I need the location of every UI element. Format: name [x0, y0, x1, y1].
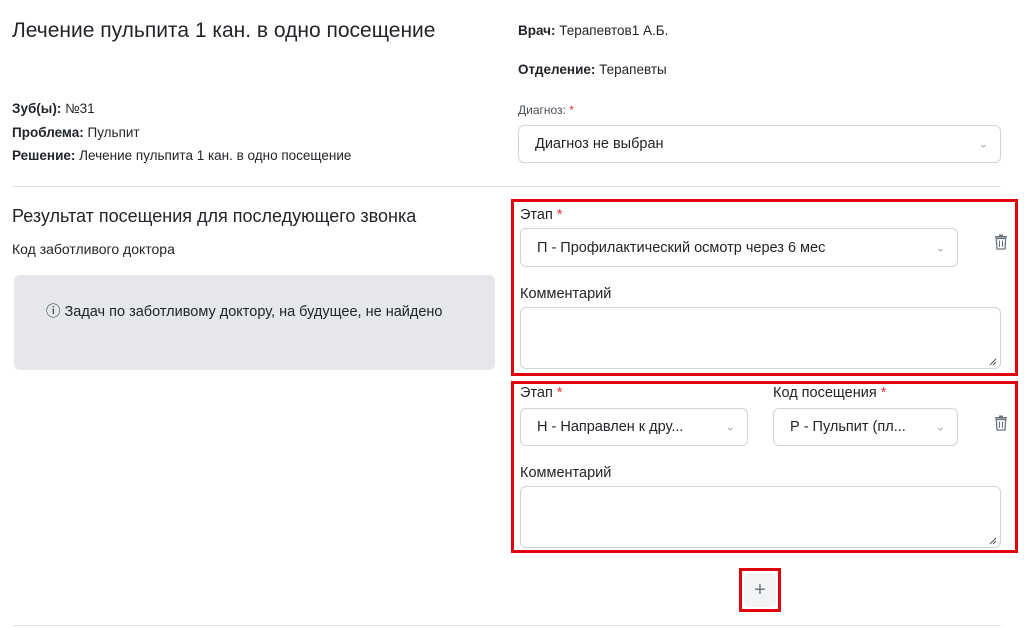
add-entry-button[interactable]: +	[744, 573, 776, 607]
divider	[12, 625, 1001, 626]
alert-text: ⓘ Задач по заботливому доктору, на будущ…	[46, 304, 443, 320]
stage-label: Этап *	[520, 385, 563, 401]
teeth-info: Зуб(ы): №31	[12, 100, 95, 118]
doctor-label: Врач:	[518, 23, 556, 38]
department-label: Отделение:	[518, 62, 596, 77]
comment-textarea[interactable]	[520, 486, 1001, 548]
resize-grip-icon[interactable]	[989, 358, 997, 366]
solution-info: Решение: Лечение пульпита 1 кан. в одно …	[12, 147, 351, 165]
department-info: Отделение: Терапевты	[518, 61, 667, 79]
chevron-down-icon: ⌄	[725, 421, 735, 434]
solution-value: Лечение пульпита 1 кан. в одно посещение	[79, 148, 352, 163]
trash-icon[interactable]	[994, 234, 1008, 250]
doctor-value: Терапевтов1 А.Б.	[559, 23, 669, 38]
resize-grip-icon[interactable]	[989, 537, 997, 545]
comment-label: Комментарий	[520, 465, 612, 481]
chevron-down-icon: ⌄	[978, 138, 988, 151]
doctor-info: Врач: Терапевтов1 А.Б.	[518, 22, 668, 40]
comment-textarea[interactable]	[520, 307, 1001, 369]
stage-label: Этап *	[520, 207, 563, 223]
problem-info: Проблема: Пульпит	[12, 124, 140, 142]
result-section-subtitle: Код заботливого доктора	[12, 241, 175, 257]
comment-label: Комментарий	[520, 286, 612, 302]
page-title: Лечение пульпита 1 кан. в одно посещение	[12, 19, 436, 42]
add-entry-button-highlight: +	[739, 568, 781, 612]
solution-label: Решение:	[12, 148, 76, 163]
problem-value: Пульпит	[87, 125, 140, 140]
teeth-label: Зуб(ы):	[12, 101, 62, 116]
department-value: Терапевты	[599, 62, 667, 77]
stage-select[interactable]: Н - Направлен к дру... ⌄	[520, 408, 748, 446]
no-tasks-alert: ⓘ Задач по заботливому доктору, на будущ…	[14, 275, 495, 370]
diagnosis-select[interactable]: Диагноз не выбран ⌄	[518, 125, 1001, 163]
problem-label: Проблема:	[12, 125, 84, 140]
divider	[12, 186, 1001, 187]
teeth-value: №31	[65, 101, 95, 116]
trash-icon[interactable]	[994, 415, 1008, 431]
chevron-down-icon: ⌄	[935, 242, 945, 254]
diagnosis-label: Диагноз: *	[518, 103, 574, 117]
visit-code-label: Код посещения *	[773, 385, 887, 401]
stage-select[interactable]: П - Профилактический осмотр через 6 мес …	[520, 228, 958, 267]
required-mark: *	[569, 103, 574, 117]
visit-code-select[interactable]: Р - Пульпит (пл... ⌄	[773, 408, 958, 446]
result-section-title: Результат посещения для последующего зво…	[12, 206, 417, 226]
chevron-down-icon: ⌄	[935, 421, 945, 434]
